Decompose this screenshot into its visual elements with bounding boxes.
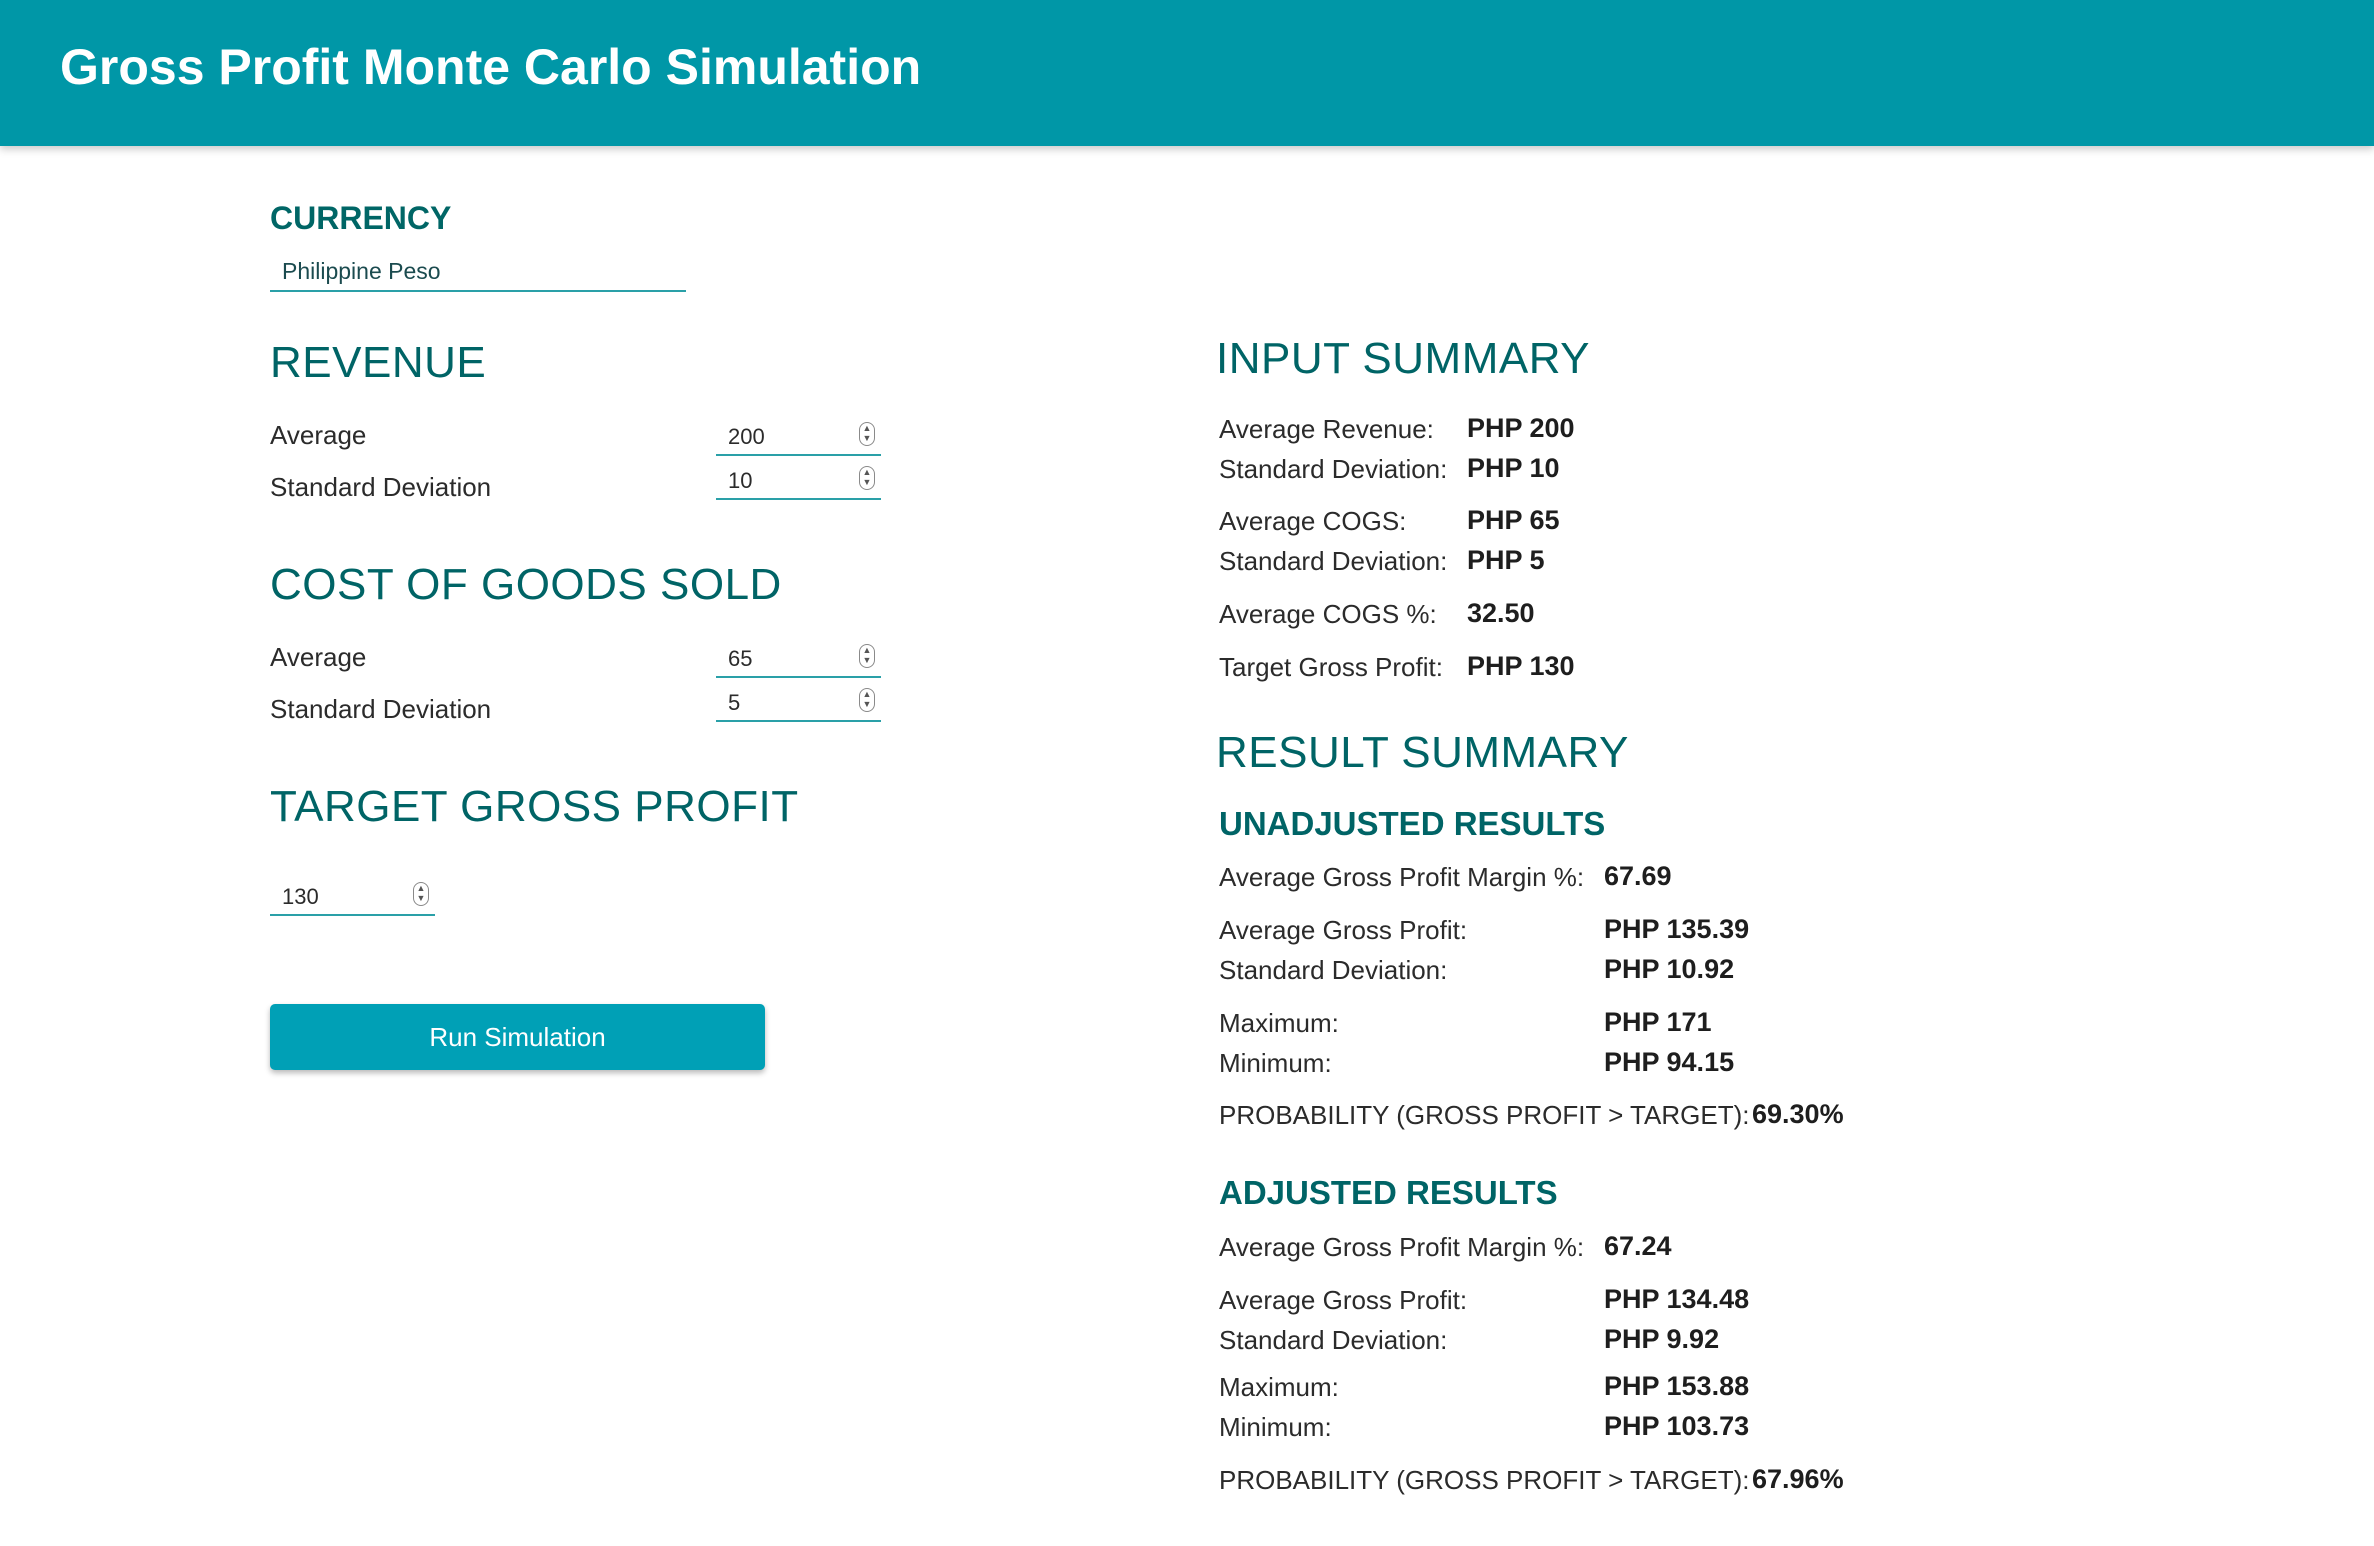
- cogs-average-label: Average: [270, 642, 367, 672]
- cogs-std-input[interactable]: 5 ▲ ▼: [716, 680, 881, 722]
- revenue-std-value: 10: [728, 468, 753, 493]
- input-summary-heading: INPUT SUMMARY: [1216, 334, 1591, 383]
- result-value: PHP 94.15: [1604, 1047, 1735, 1077]
- revenue-average-value: 200: [728, 424, 765, 449]
- result-label: Standard Deviation:: [1219, 955, 1448, 985]
- cogs-std-value: 5: [728, 690, 741, 715]
- number-spinner-icon[interactable]: ▲ ▼: [859, 422, 875, 446]
- probability-value: 67.96%: [1752, 1464, 1844, 1494]
- app-header: Gross Profit Monte Carlo Simulation: [0, 0, 2374, 146]
- probability-label: PROBABILITY (GROSS PROFIT > TARGET):: [1219, 1100, 1750, 1130]
- result-value: PHP 10.92: [1604, 954, 1735, 984]
- number-spinner-icon[interactable]: ▲ ▼: [413, 882, 429, 906]
- result-label: Maximum:: [1219, 1008, 1339, 1038]
- unadjusted-heading: UNADJUSTED RESULTS: [1219, 805, 1606, 842]
- result-label: Average Gross Profit:: [1219, 1285, 1468, 1315]
- number-spinner-icon[interactable]: ▲ ▼: [859, 644, 875, 668]
- summary-value: 32.50: [1467, 598, 1535, 628]
- result-label: Minimum:: [1219, 1048, 1332, 1078]
- result-value: PHP 103.73: [1604, 1411, 1750, 1441]
- summary-value: PHP 65: [1467, 505, 1560, 535]
- revenue-std-label: Standard Deviation: [270, 472, 492, 502]
- result-label: Maximum:: [1219, 1372, 1339, 1402]
- result-value: PHP 171: [1604, 1007, 1712, 1037]
- summary-label: Average COGS %:: [1219, 599, 1437, 629]
- summary-value: PHP 130: [1467, 651, 1575, 681]
- revenue-average-label: Average: [270, 420, 367, 450]
- result-value: 67.24: [1604, 1231, 1672, 1261]
- result-label: Minimum:: [1219, 1412, 1332, 1442]
- target-value: 130: [282, 884, 319, 909]
- number-spinner-icon[interactable]: ▲ ▼: [859, 466, 875, 490]
- result-value: 67.69: [1604, 861, 1672, 891]
- probability-value: 69.30%: [1752, 1099, 1844, 1129]
- currency-select[interactable]: Philippine Peso: [270, 252, 686, 292]
- cogs-std-label: Standard Deviation: [270, 694, 492, 724]
- result-label: Average Gross Profit Margin %:: [1219, 862, 1585, 892]
- cogs-heading: COST OF GOODS SOLD: [270, 560, 782, 609]
- currency-select-value: Philippine Peso: [282, 258, 441, 284]
- result-label: Standard Deviation:: [1219, 1325, 1448, 1355]
- adjusted-heading: ADJUSTED RESULTS: [1219, 1174, 1558, 1211]
- result-summary-heading: RESULT SUMMARY: [1216, 728, 1629, 777]
- page-title: Gross Profit Monte Carlo Simulation: [60, 39, 922, 95]
- summary-label: Average COGS:: [1219, 506, 1407, 536]
- run-simulation-button[interactable]: Run Simulation: [270, 1004, 765, 1070]
- target-input[interactable]: 130 ▲ ▼: [270, 874, 435, 916]
- result-value: PHP 134.48: [1604, 1284, 1750, 1314]
- number-spinner-icon[interactable]: ▲ ▼: [859, 688, 875, 712]
- result-value: PHP 153.88: [1604, 1371, 1750, 1401]
- revenue-std-input[interactable]: 10 ▲ ▼: [716, 458, 881, 500]
- result-value: PHP 135.39: [1604, 914, 1750, 944]
- target-heading: TARGET GROSS PROFIT: [270, 782, 799, 831]
- revenue-average-input[interactable]: 200 ▲ ▼: [716, 414, 881, 456]
- summary-value: PHP 200: [1467, 413, 1575, 443]
- summary-label: Standard Deviation:: [1219, 546, 1448, 576]
- summary-value: PHP 10: [1467, 453, 1560, 483]
- summary-label: Average Revenue:: [1219, 414, 1434, 444]
- currency-heading: CURRENCY: [270, 200, 452, 236]
- summary-label: Standard Deviation:: [1219, 454, 1448, 484]
- summary-label: Target Gross Profit:: [1219, 652, 1443, 682]
- result-label: Average Gross Profit Margin %:: [1219, 1232, 1585, 1262]
- cogs-average-input[interactable]: 65 ▲ ▼: [716, 636, 881, 678]
- result-label: Average Gross Profit:: [1219, 915, 1468, 945]
- revenue-heading: REVENUE: [270, 338, 487, 387]
- result-value: PHP 9.92: [1604, 1324, 1720, 1354]
- cogs-average-value: 65: [728, 646, 753, 671]
- probability-label: PROBABILITY (GROSS PROFIT > TARGET):: [1219, 1465, 1750, 1495]
- summary-value: PHP 5: [1467, 545, 1545, 575]
